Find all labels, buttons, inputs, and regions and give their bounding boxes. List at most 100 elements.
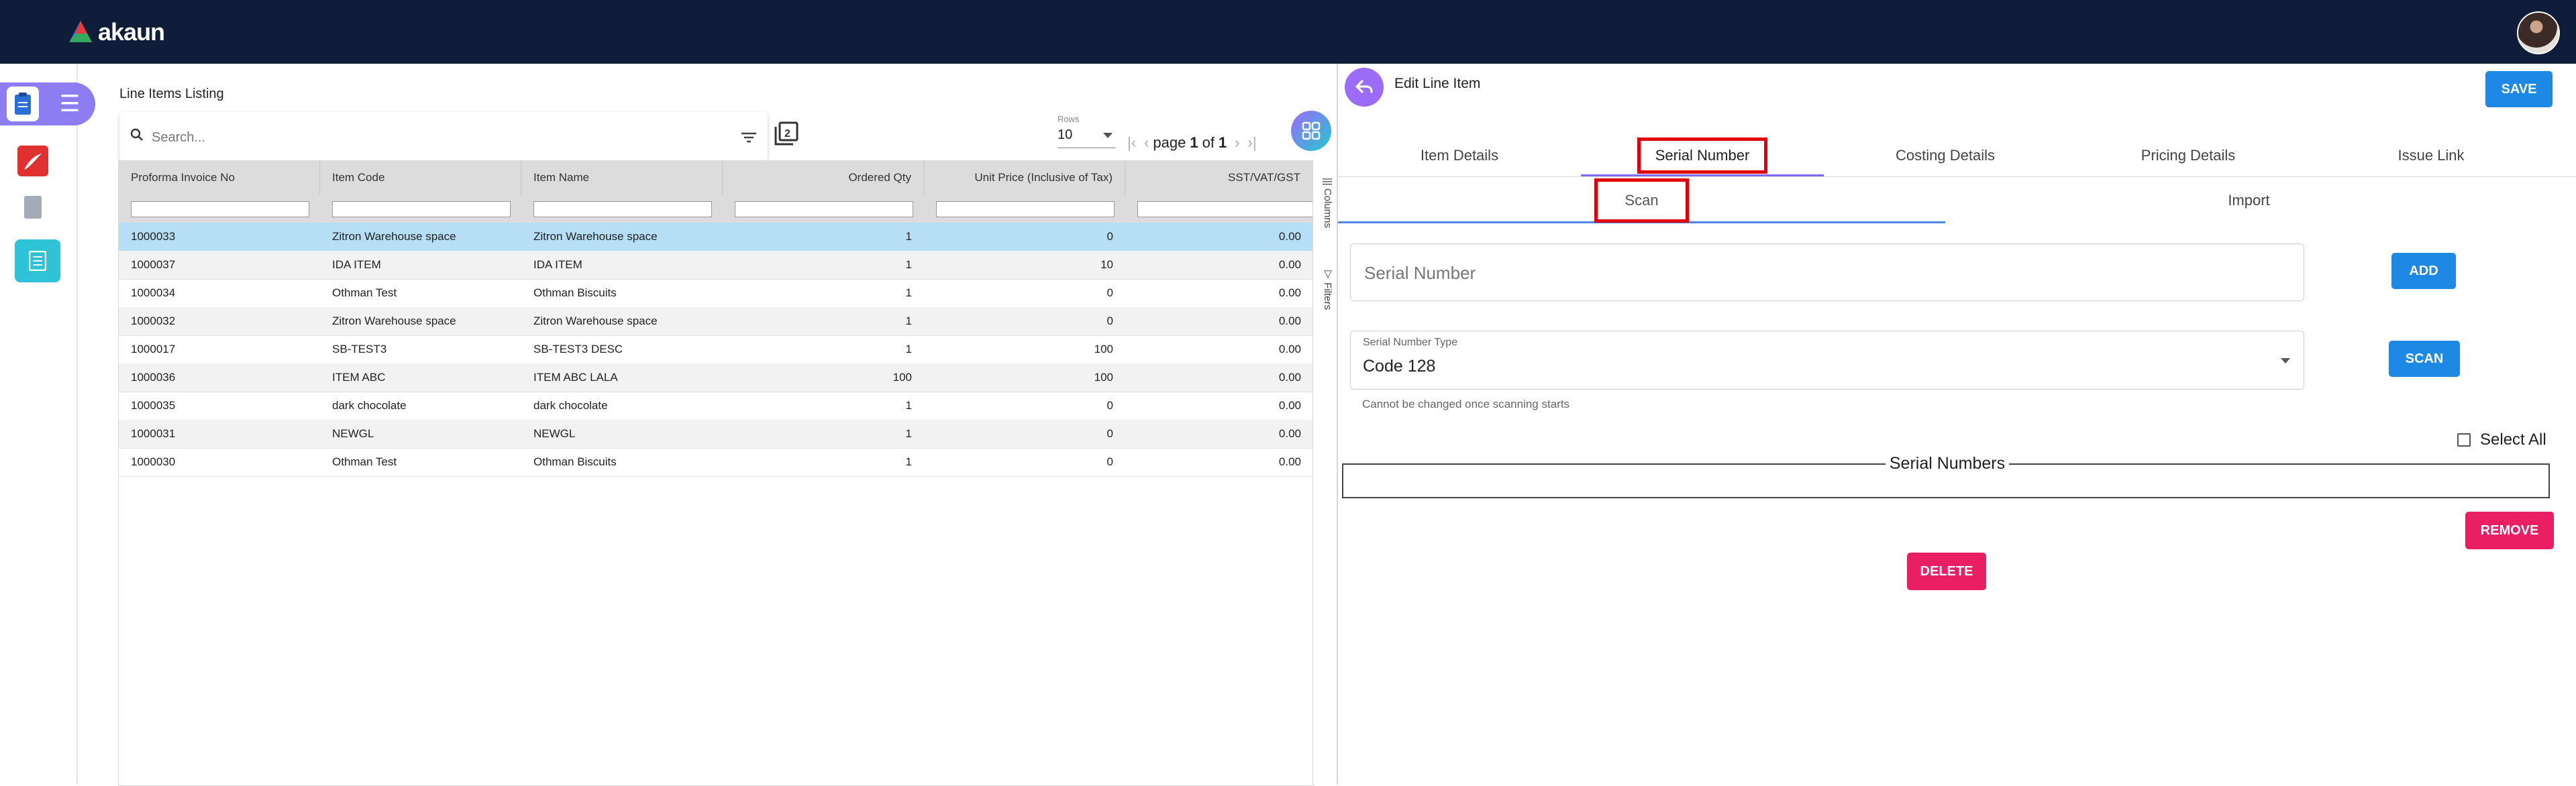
table-cell: Othman Biscuits: [533, 286, 617, 299]
grid-side-panel: ||| Columns ▽ Filters: [1312, 160, 1336, 785]
sidebar-item-line-items[interactable]: ☰: [0, 82, 95, 125]
user-avatar[interactable]: [2517, 11, 2560, 54]
tab-item-details[interactable]: Item Details: [1338, 137, 1581, 176]
table-cell: IDA ITEM: [332, 258, 381, 271]
columns-icon: |||: [1322, 178, 1333, 186]
rows-per-page[interactable]: Rows 10: [1058, 114, 1118, 149]
column-filter-input[interactable]: [332, 201, 511, 217]
table-row[interactable]: 1000017 SB-TEST3 SB-TEST3 DESC 1 100 0.00: [119, 335, 1313, 364]
table-cell: 0: [1106, 455, 1113, 468]
column-header[interactable]: Proforma Invoice No: [119, 161, 320, 194]
subtab-label: Import: [2228, 192, 2270, 209]
column-filter-input[interactable]: [1137, 201, 1313, 217]
column-header[interactable]: SST/VAT/GST: [1125, 161, 1313, 194]
rows-label: Rows: [1058, 114, 1080, 124]
serial-numbers-legend-text: Serial Numbers: [1885, 454, 2010, 473]
copy-icon[interactable]: 2: [773, 120, 800, 147]
next-page-icon[interactable]: ›: [1235, 134, 1239, 152]
pdf-icon[interactable]: [17, 146, 48, 176]
table-row[interactable]: 1000033 Zitron Warehouse space Zitron Ware…: [119, 223, 1313, 251]
table-cell: dark chocolate: [332, 399, 407, 412]
tab-label: Item Details: [1420, 147, 1499, 164]
table-cell: 100: [1094, 371, 1113, 384]
remove-button[interactable]: REMOVE: [2465, 512, 2554, 549]
listing-title: Line Items Listing: [119, 87, 224, 101]
menu-toggle-icon[interactable]: ☰: [55, 89, 85, 119]
serial-numbers-legend: Serial Numbers: [1343, 454, 2551, 473]
rows-value: 10: [1058, 127, 1073, 142]
table-cell: NEWGL: [332, 427, 374, 440]
columns-tab[interactable]: ||| Columns: [1316, 178, 1333, 228]
document-icon[interactable]: [24, 196, 42, 219]
table-cell: Othman Test: [332, 455, 397, 468]
grid-icon[interactable]: [1291, 111, 1331, 151]
table-cell: 100: [892, 371, 912, 384]
column-filter-input[interactable]: [533, 201, 712, 217]
table-row[interactable]: 1000032 Zitron Warehouse space Zitron Ware…: [119, 307, 1313, 336]
back-arrow-icon[interactable]: [1345, 68, 1384, 107]
filter-icon[interactable]: [739, 128, 758, 147]
pagination: |‹ ‹ page 1 of 1 › ›|: [1123, 133, 1261, 152]
table-cell: 1000035: [131, 399, 176, 412]
tab-costing-details[interactable]: Costing Details: [1824, 137, 2067, 176]
table-cell: Zitron Warehouse space: [332, 315, 456, 327]
prev-page-icon[interactable]: ‹: [1144, 134, 1149, 152]
table-cell: Zitron Warehouse space: [332, 230, 456, 243]
scan-button[interactable]: SCAN: [2389, 341, 2460, 377]
table-row[interactable]: 1000036 ITEM ABC ITEM ABC LALA 100 100 0.00: [119, 363, 1313, 392]
page-total: 1: [1218, 134, 1227, 151]
table-cell: SB-TEST3: [332, 343, 387, 355]
serial-number-input[interactable]: [1363, 259, 2291, 287]
filters-tab[interactable]: ▽ Filters: [1316, 268, 1333, 310]
table-cell: Othman Biscuits: [533, 455, 617, 468]
save-button[interactable]: SAVE: [2485, 71, 2553, 107]
table-cell: 1: [905, 427, 912, 440]
select-all-label: Select All: [2480, 431, 2546, 449]
table-row[interactable]: 1000031 NEWGL NEWGL 1 0 0.00: [119, 420, 1313, 449]
column-filter-input[interactable]: [936, 201, 1115, 217]
table-cell: 0: [1106, 286, 1113, 299]
add-button[interactable]: ADD: [2391, 253, 2456, 289]
dropdown-caret-icon: [2281, 358, 2290, 363]
search-bar: [119, 112, 768, 162]
search-input[interactable]: [150, 125, 703, 150]
table-row[interactable]: 1000030 Othman Test Othman Biscuits 1 0 0.00: [119, 448, 1313, 477]
serial-number-type-select[interactable]: Serial Number Type Code 128: [1350, 331, 2304, 390]
column-header[interactable]: Item Code: [320, 161, 521, 194]
subtab-import[interactable]: Import: [1945, 178, 2553, 223]
last-page-icon[interactable]: ›|: [1248, 134, 1257, 152]
table-row[interactable]: 1000035 dark chocolate dark chocolate 1 0 0.0…: [119, 392, 1313, 420]
column-header[interactable]: Ordered Qty: [723, 161, 924, 194]
tab-pricing-details[interactable]: Pricing Details: [2067, 137, 2310, 176]
table-row[interactable]: 1000034 Othman Test Othman Biscuits 1 0 0.00: [119, 279, 1313, 308]
tab-issue-link[interactable]: Issue Link: [2310, 137, 2553, 176]
select-all-checkbox[interactable]: [2457, 433, 2471, 447]
table-cell: ITEM ABC: [332, 371, 386, 384]
subtab-scan[interactable]: Scan: [1338, 178, 1945, 223]
delete-button[interactable]: DELETE: [1907, 553, 1986, 590]
of-word: of: [1202, 134, 1215, 151]
select-all-control[interactable]: Select All: [2457, 430, 2546, 450]
table-cell: 1000036: [131, 371, 176, 384]
table-cell: 1000030: [131, 455, 176, 468]
tab-label: Pricing Details: [2141, 147, 2236, 164]
rows-select[interactable]: 10: [1058, 127, 1115, 148]
table-cell: 0.00: [1278, 455, 1301, 468]
table-cell: 0.00: [1278, 399, 1301, 412]
table-cell: Zitron Warehouse space: [533, 315, 658, 327]
table-cell: 1000033: [131, 230, 176, 243]
clipboard-icon: [7, 87, 39, 121]
table-cell: dark chocolate: [533, 399, 608, 412]
column-filter-input[interactable]: [735, 201, 913, 217]
tab-serial-number[interactable]: Serial Number: [1581, 137, 1824, 176]
column-header[interactable]: Unit Price (Inclusive of Tax): [924, 161, 1125, 194]
table-cell: 1000034: [131, 286, 176, 299]
column-filter-input[interactable]: [131, 201, 309, 217]
column-header[interactable]: Item Name: [521, 161, 723, 194]
brand-logo[interactable]: akaun: [67, 16, 165, 48]
list-icon[interactable]: [15, 239, 60, 282]
table-row[interactable]: 1000037 IDA ITEM IDA ITEM 1 10 0.00: [119, 251, 1313, 280]
first-page-icon[interactable]: |‹: [1127, 134, 1136, 152]
serial-number-field: [1350, 243, 2304, 301]
table-cell: 0.00: [1278, 343, 1301, 355]
